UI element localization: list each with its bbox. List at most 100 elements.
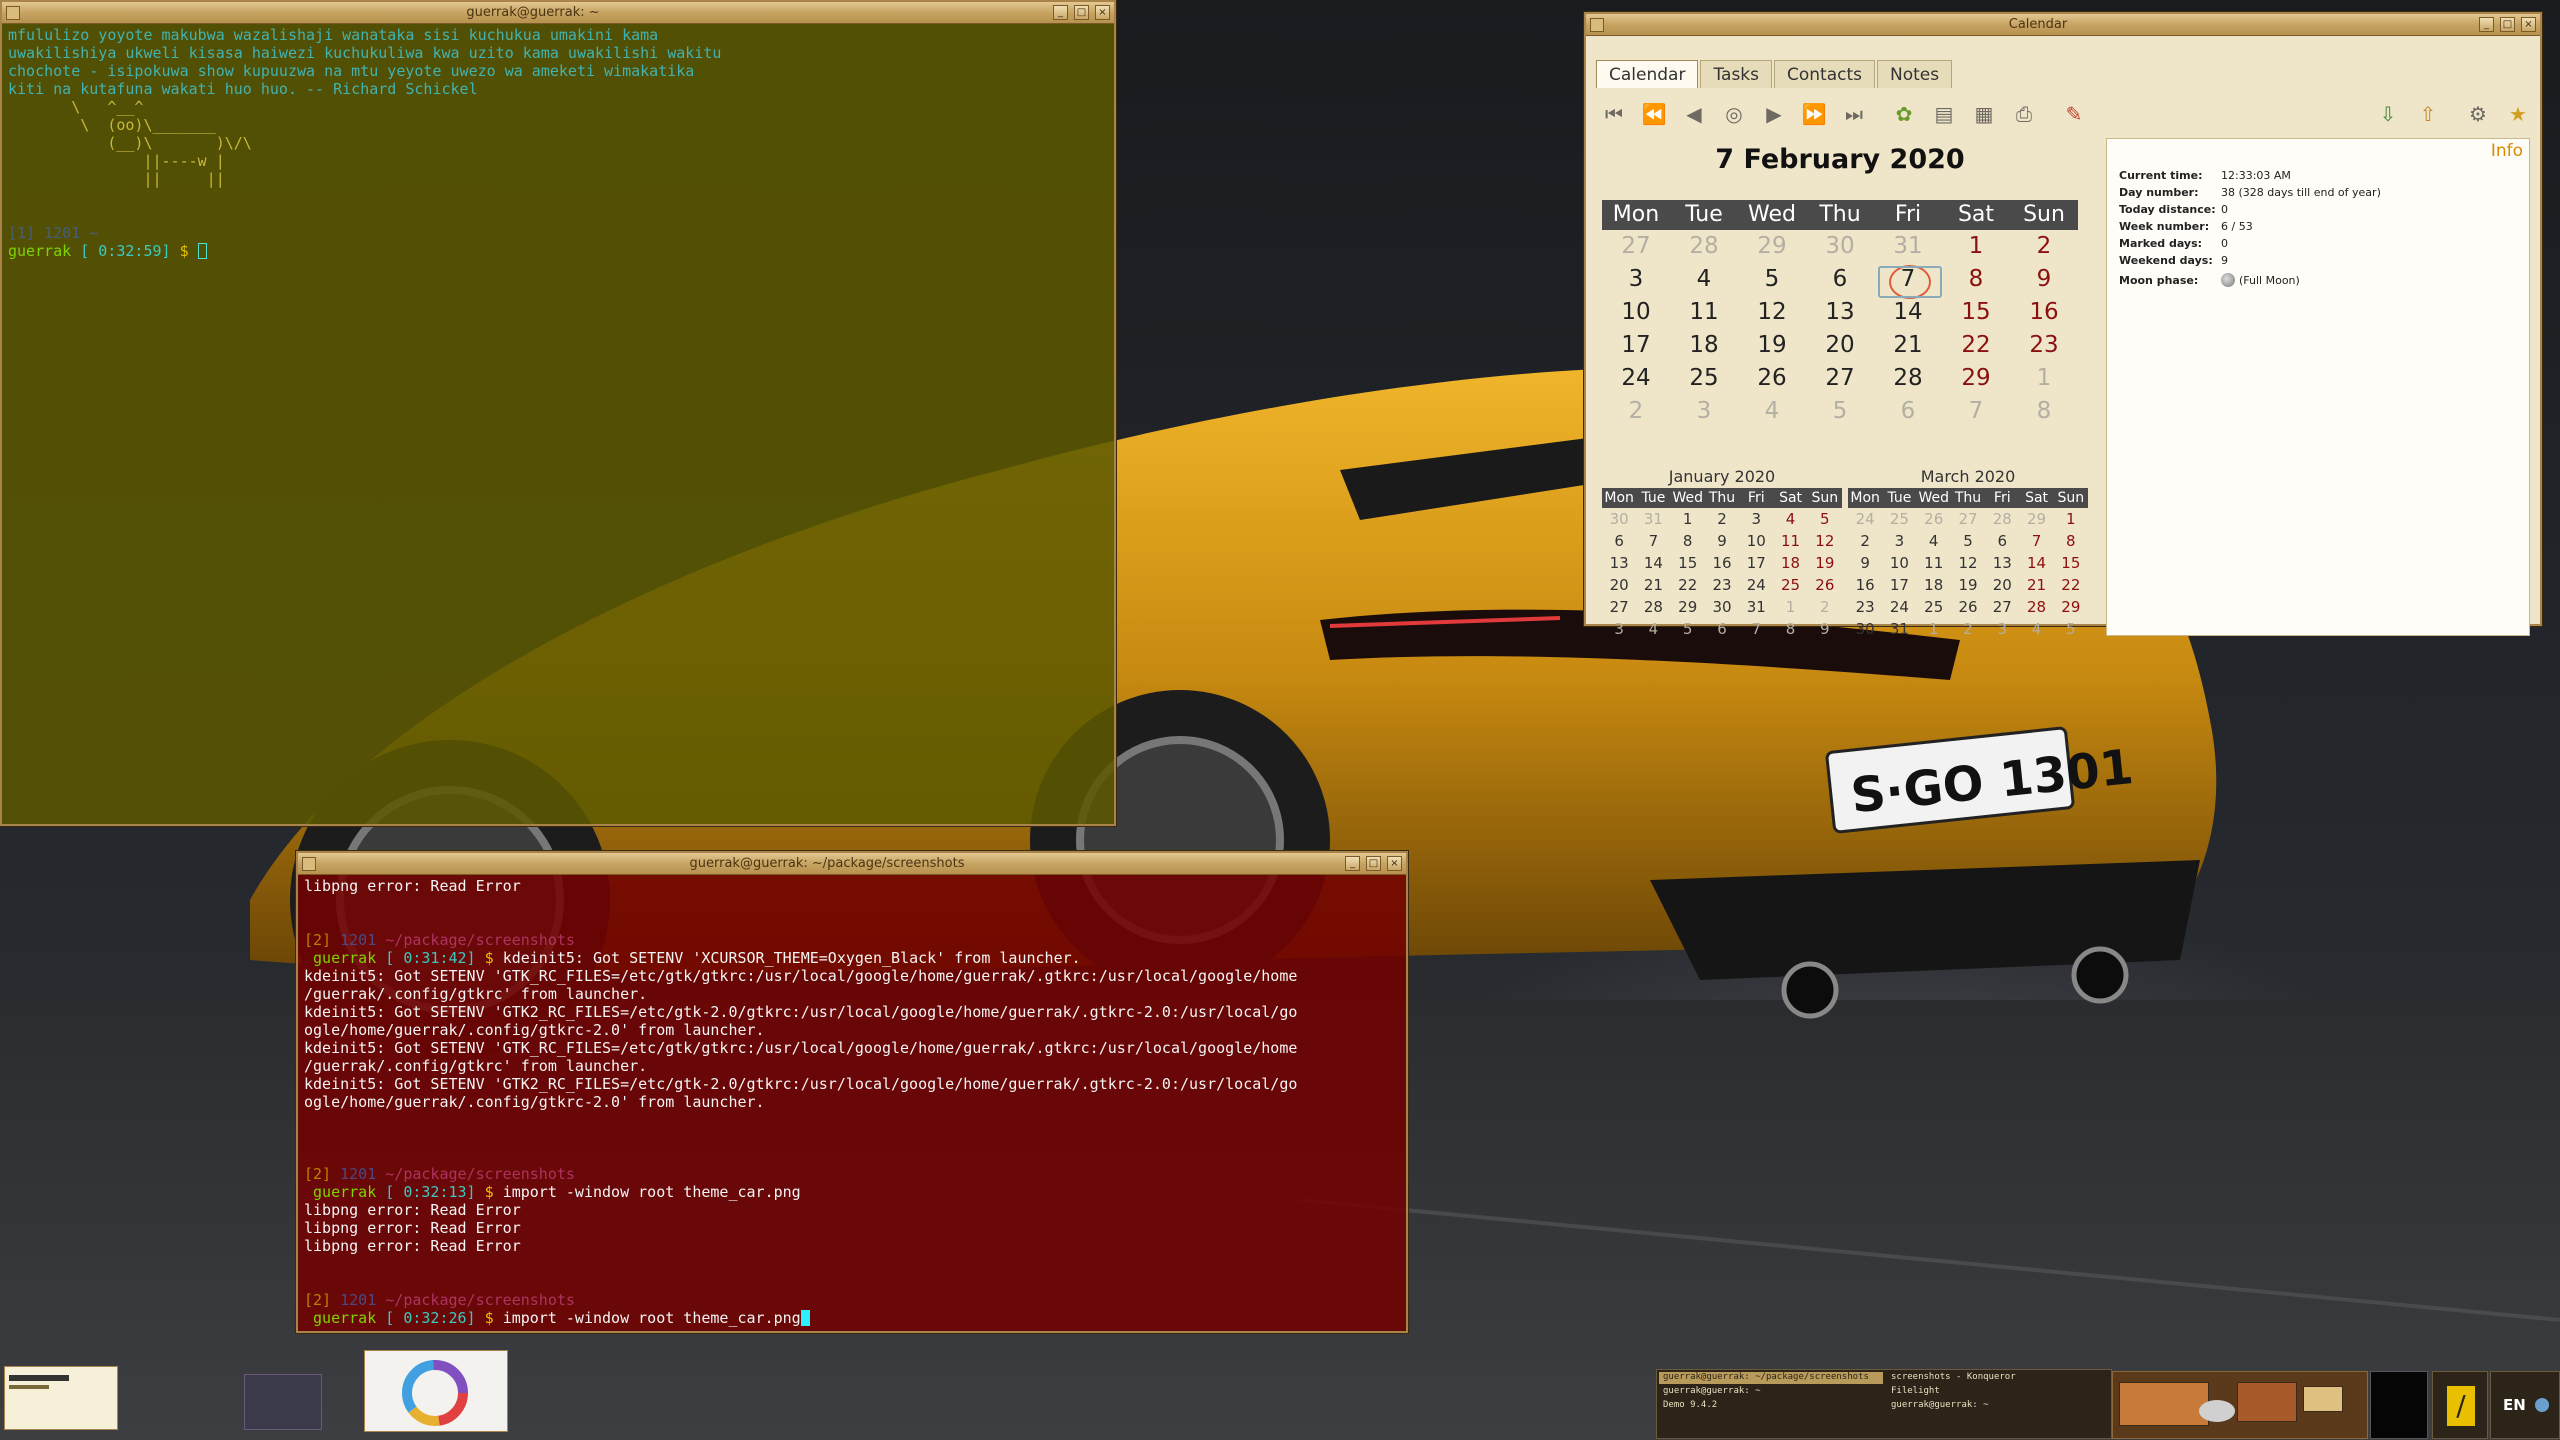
maximize-button[interactable]: □: [1366, 856, 1381, 871]
day-cell[interactable]: 12: [1738, 296, 1806, 329]
day-cell[interactable]: 12: [1951, 552, 1985, 574]
day-cell[interactable]: 15: [1942, 296, 2010, 329]
day-cell[interactable]: 12: [1808, 530, 1842, 552]
tab-notes[interactable]: Notes: [1877, 60, 1953, 88]
day-cell[interactable]: 7: [1636, 530, 1670, 552]
filelight-thumbnail[interactable]: [364, 1350, 508, 1432]
day-cell[interactable]: 29: [1942, 362, 2010, 395]
day-cell[interactable]: 7: [1942, 395, 2010, 428]
day-cell[interactable]: 17: [1882, 574, 1916, 596]
day-cell[interactable]: 13: [1985, 552, 2019, 574]
previous-day-icon[interactable]: ◀: [1680, 100, 1708, 128]
day-cell[interactable]: 14: [2019, 552, 2053, 574]
day-cell[interactable]: 4: [1670, 263, 1738, 296]
day-cell[interactable]: 25: [1670, 362, 1738, 395]
today-icon[interactable]: ◎: [1720, 100, 1748, 128]
day-cell[interactable]: 28: [2019, 596, 2053, 618]
desktop-thumbnail-1[interactable]: [4, 1366, 118, 1430]
task-button[interactable]: Filelight: [1887, 1386, 2109, 1398]
day-cell[interactable]: 19: [1808, 552, 1842, 574]
day-cell[interactable]: 10: [1739, 530, 1773, 552]
day-cell[interactable]: 8: [1671, 530, 1705, 552]
today-cell[interactable]: 7: [1874, 263, 1942, 299]
day-cell[interactable]: 26: [1917, 508, 1951, 530]
day-cell[interactable]: 30: [1602, 508, 1636, 530]
day-cell[interactable]: 6: [1874, 395, 1942, 428]
virtual-desktop-pager[interactable]: [2112, 1371, 2368, 1439]
minimize-button[interactable]: _: [1053, 5, 1068, 20]
day-cell[interactable]: 31: [1636, 508, 1670, 530]
day-cell[interactable]: 31: [1874, 230, 1942, 263]
day-cell[interactable]: 20: [1806, 329, 1874, 362]
day-cell[interactable]: 26: [1808, 574, 1842, 596]
previous-month-icon[interactable]: ⏪: [1640, 100, 1668, 128]
day-cell[interactable]: 27: [1951, 508, 1985, 530]
day-cell[interactable]: 14: [1874, 296, 1942, 329]
terminal-window-screenshots[interactable]: guerrak@guerrak: ~/package/screenshots _…: [296, 851, 1408, 1333]
day-cell[interactable]: 31: [1882, 618, 1916, 640]
keyboard-layout-indicator[interactable]: EN: [2490, 1371, 2560, 1439]
day-cell[interactable]: 1: [1917, 618, 1951, 640]
tab-tasks[interactable]: Tasks: [1700, 60, 1772, 88]
day-cell[interactable]: 18: [1670, 329, 1738, 362]
day-cell[interactable]: 21: [1874, 329, 1942, 362]
day-cell[interactable]: 4: [2019, 618, 2053, 640]
day-cell[interactable]: 9: [1848, 552, 1882, 574]
day-cell[interactable]: 1: [2010, 362, 2078, 395]
day-cell[interactable]: 3: [1882, 530, 1916, 552]
day-cell[interactable]: 26: [1738, 362, 1806, 395]
day-cell[interactable]: 29: [1671, 596, 1705, 618]
day-cell[interactable]: 28: [1874, 362, 1942, 395]
day-cell[interactable]: 27: [1985, 596, 2019, 618]
next-month-icon[interactable]: ⏩: [1800, 100, 1828, 128]
day-view-icon[interactable]: ▤: [1930, 100, 1958, 128]
day-cell[interactable]: 8: [2054, 530, 2088, 552]
day-cell[interactable]: 8: [1773, 618, 1807, 640]
day-cell[interactable]: 8: [2010, 395, 2078, 428]
day-cell[interactable]: 30: [1705, 596, 1739, 618]
day-cell[interactable]: 9: [1705, 530, 1739, 552]
day-cell[interactable]: 7: [1739, 618, 1773, 640]
clock-widget[interactable]: /: [2432, 1371, 2488, 1439]
day-cell[interactable]: 5: [1806, 395, 1874, 428]
window-menu-button[interactable]: [6, 6, 20, 20]
day-cell[interactable]: 20: [1602, 574, 1636, 596]
terminal-titlebar[interactable]: guerrak@guerrak: ~ _ □ ×: [2, 2, 1114, 24]
task-button[interactable]: guerrak@guerrak: ~: [1887, 1400, 2109, 1412]
day-cell[interactable]: 25: [1882, 508, 1916, 530]
month-view-icon[interactable]: ▦: [1970, 100, 1998, 128]
maximize-button[interactable]: □: [2500, 17, 2515, 32]
day-cell[interactable]: 25: [1917, 596, 1951, 618]
day-cell[interactable]: 18: [1773, 552, 1807, 574]
export-icon[interactable]: ⇧: [2414, 100, 2442, 128]
day-cell[interactable]: 15: [1671, 552, 1705, 574]
maximize-button[interactable]: □: [1074, 5, 1089, 20]
settings-icon[interactable]: ⚙: [2464, 100, 2492, 128]
day-cell[interactable]: 24: [1882, 596, 1916, 618]
day-cell[interactable]: 30: [1848, 618, 1882, 640]
day-cell[interactable]: 2: [1951, 618, 1985, 640]
calendar-window[interactable]: Calendar _ □ × Calendar Tasks Contacts N…: [1584, 12, 2542, 638]
day-cell[interactable]: 16: [1848, 574, 1882, 596]
day-cell[interactable]: 11: [1670, 296, 1738, 329]
day-cell[interactable]: 6: [1806, 263, 1874, 296]
day-cell[interactable]: 17: [1602, 329, 1670, 362]
terminal-titlebar[interactable]: guerrak@guerrak: ~/package/screenshots _…: [298, 853, 1406, 875]
day-cell[interactable]: 2: [1848, 530, 1882, 552]
day-cell[interactable]: 7: [2019, 530, 2053, 552]
day-cell[interactable]: 3: [1602, 618, 1636, 640]
task-button[interactable]: screenshots - Konqueror: [1887, 1372, 2109, 1384]
day-cell[interactable]: 5: [1951, 530, 1985, 552]
day-cell[interactable]: 26: [1951, 596, 1985, 618]
day-cell[interactable]: 27: [1602, 230, 1670, 263]
day-cell[interactable]: 28: [1636, 596, 1670, 618]
day-cell[interactable]: 5: [1808, 508, 1842, 530]
task-button[interactable]: Demo 9.4.2: [1659, 1400, 1883, 1412]
day-cell[interactable]: 23: [2010, 329, 2078, 362]
previous-year-icon[interactable]: ⏮: [1600, 100, 1628, 128]
edit-note-icon[interactable]: ✎: [2060, 100, 2088, 128]
day-cell[interactable]: 19: [1951, 574, 1985, 596]
day-cell[interactable]: 23: [1848, 596, 1882, 618]
day-cell[interactable]: 1: [1671, 508, 1705, 530]
terminal-output[interactable]: mfululizo yoyote makubwa wazalishaji wan…: [2, 24, 1114, 824]
